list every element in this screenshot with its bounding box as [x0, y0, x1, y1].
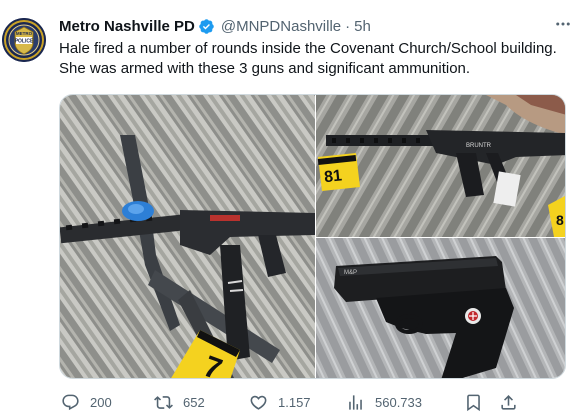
retweet-count: 652	[183, 395, 205, 410]
reply-button[interactable]: 200	[61, 393, 112, 412]
avatar-text-top: METRO	[16, 31, 33, 36]
verified-badge-icon	[198, 18, 215, 35]
tweet-time[interactable]: 5h	[354, 18, 371, 35]
views-button[interactable]: 560.733	[346, 393, 422, 412]
bookmark-icon	[467, 394, 480, 412]
police-badge-logo: METRO POLICE	[2, 18, 46, 62]
retweet-button[interactable]: 652	[154, 393, 205, 412]
avatar[interactable]: METRO POLICE	[2, 18, 46, 62]
share-icon	[501, 395, 516, 410]
svg-text:M&P: M&P	[344, 270, 357, 276]
marker-top-right-number: 81	[323, 167, 343, 186]
views-bar-chart-icon	[349, 395, 362, 410]
bookmark-button[interactable]	[464, 393, 483, 412]
marker-top-right-edge-number: 8	[556, 212, 564, 228]
media-image-left[interactable]: 7	[60, 95, 315, 379]
avatar-text-mid: POLICE	[15, 39, 34, 45]
like-count: 1.157	[278, 395, 311, 410]
share-button[interactable]	[499, 393, 518, 412]
media-image-top-right[interactable]: BRUNTR 81 8	[316, 95, 566, 237]
author-name[interactable]: Metro Nashville PD	[59, 18, 195, 35]
tweet-header: Metro Nashville PD @MNPDNashville · 5h	[59, 15, 371, 37]
more-dots-icon	[556, 22, 570, 26]
separator-dot: ·	[345, 17, 351, 35]
evidence-marker-81: 81	[317, 153, 360, 191]
like-button[interactable]: 1.157	[249, 393, 311, 412]
heart-icon	[250, 395, 267, 410]
svg-text:BRUNTR: BRUNTR	[466, 143, 492, 149]
reply-icon	[62, 394, 79, 411]
reply-count: 200	[90, 395, 112, 410]
tweet-actions: 200 652 1.157 560.733	[59, 387, 569, 419]
tweet-text: Hale fired a number of rounds inside the…	[59, 40, 557, 77]
more-button[interactable]	[551, 14, 575, 34]
media-image-bottom-right[interactable]: M&P	[316, 238, 566, 379]
author-handle[interactable]: @MNPDNashville	[221, 18, 341, 35]
media-grid: 7 BRUNTR 81 8 M&P	[59, 94, 566, 379]
tweet: METRO POLICE Metro Nashville PD @MNPDNas…	[0, 0, 583, 419]
views-count: 560.733	[375, 395, 422, 410]
retweet-icon	[154, 396, 173, 409]
